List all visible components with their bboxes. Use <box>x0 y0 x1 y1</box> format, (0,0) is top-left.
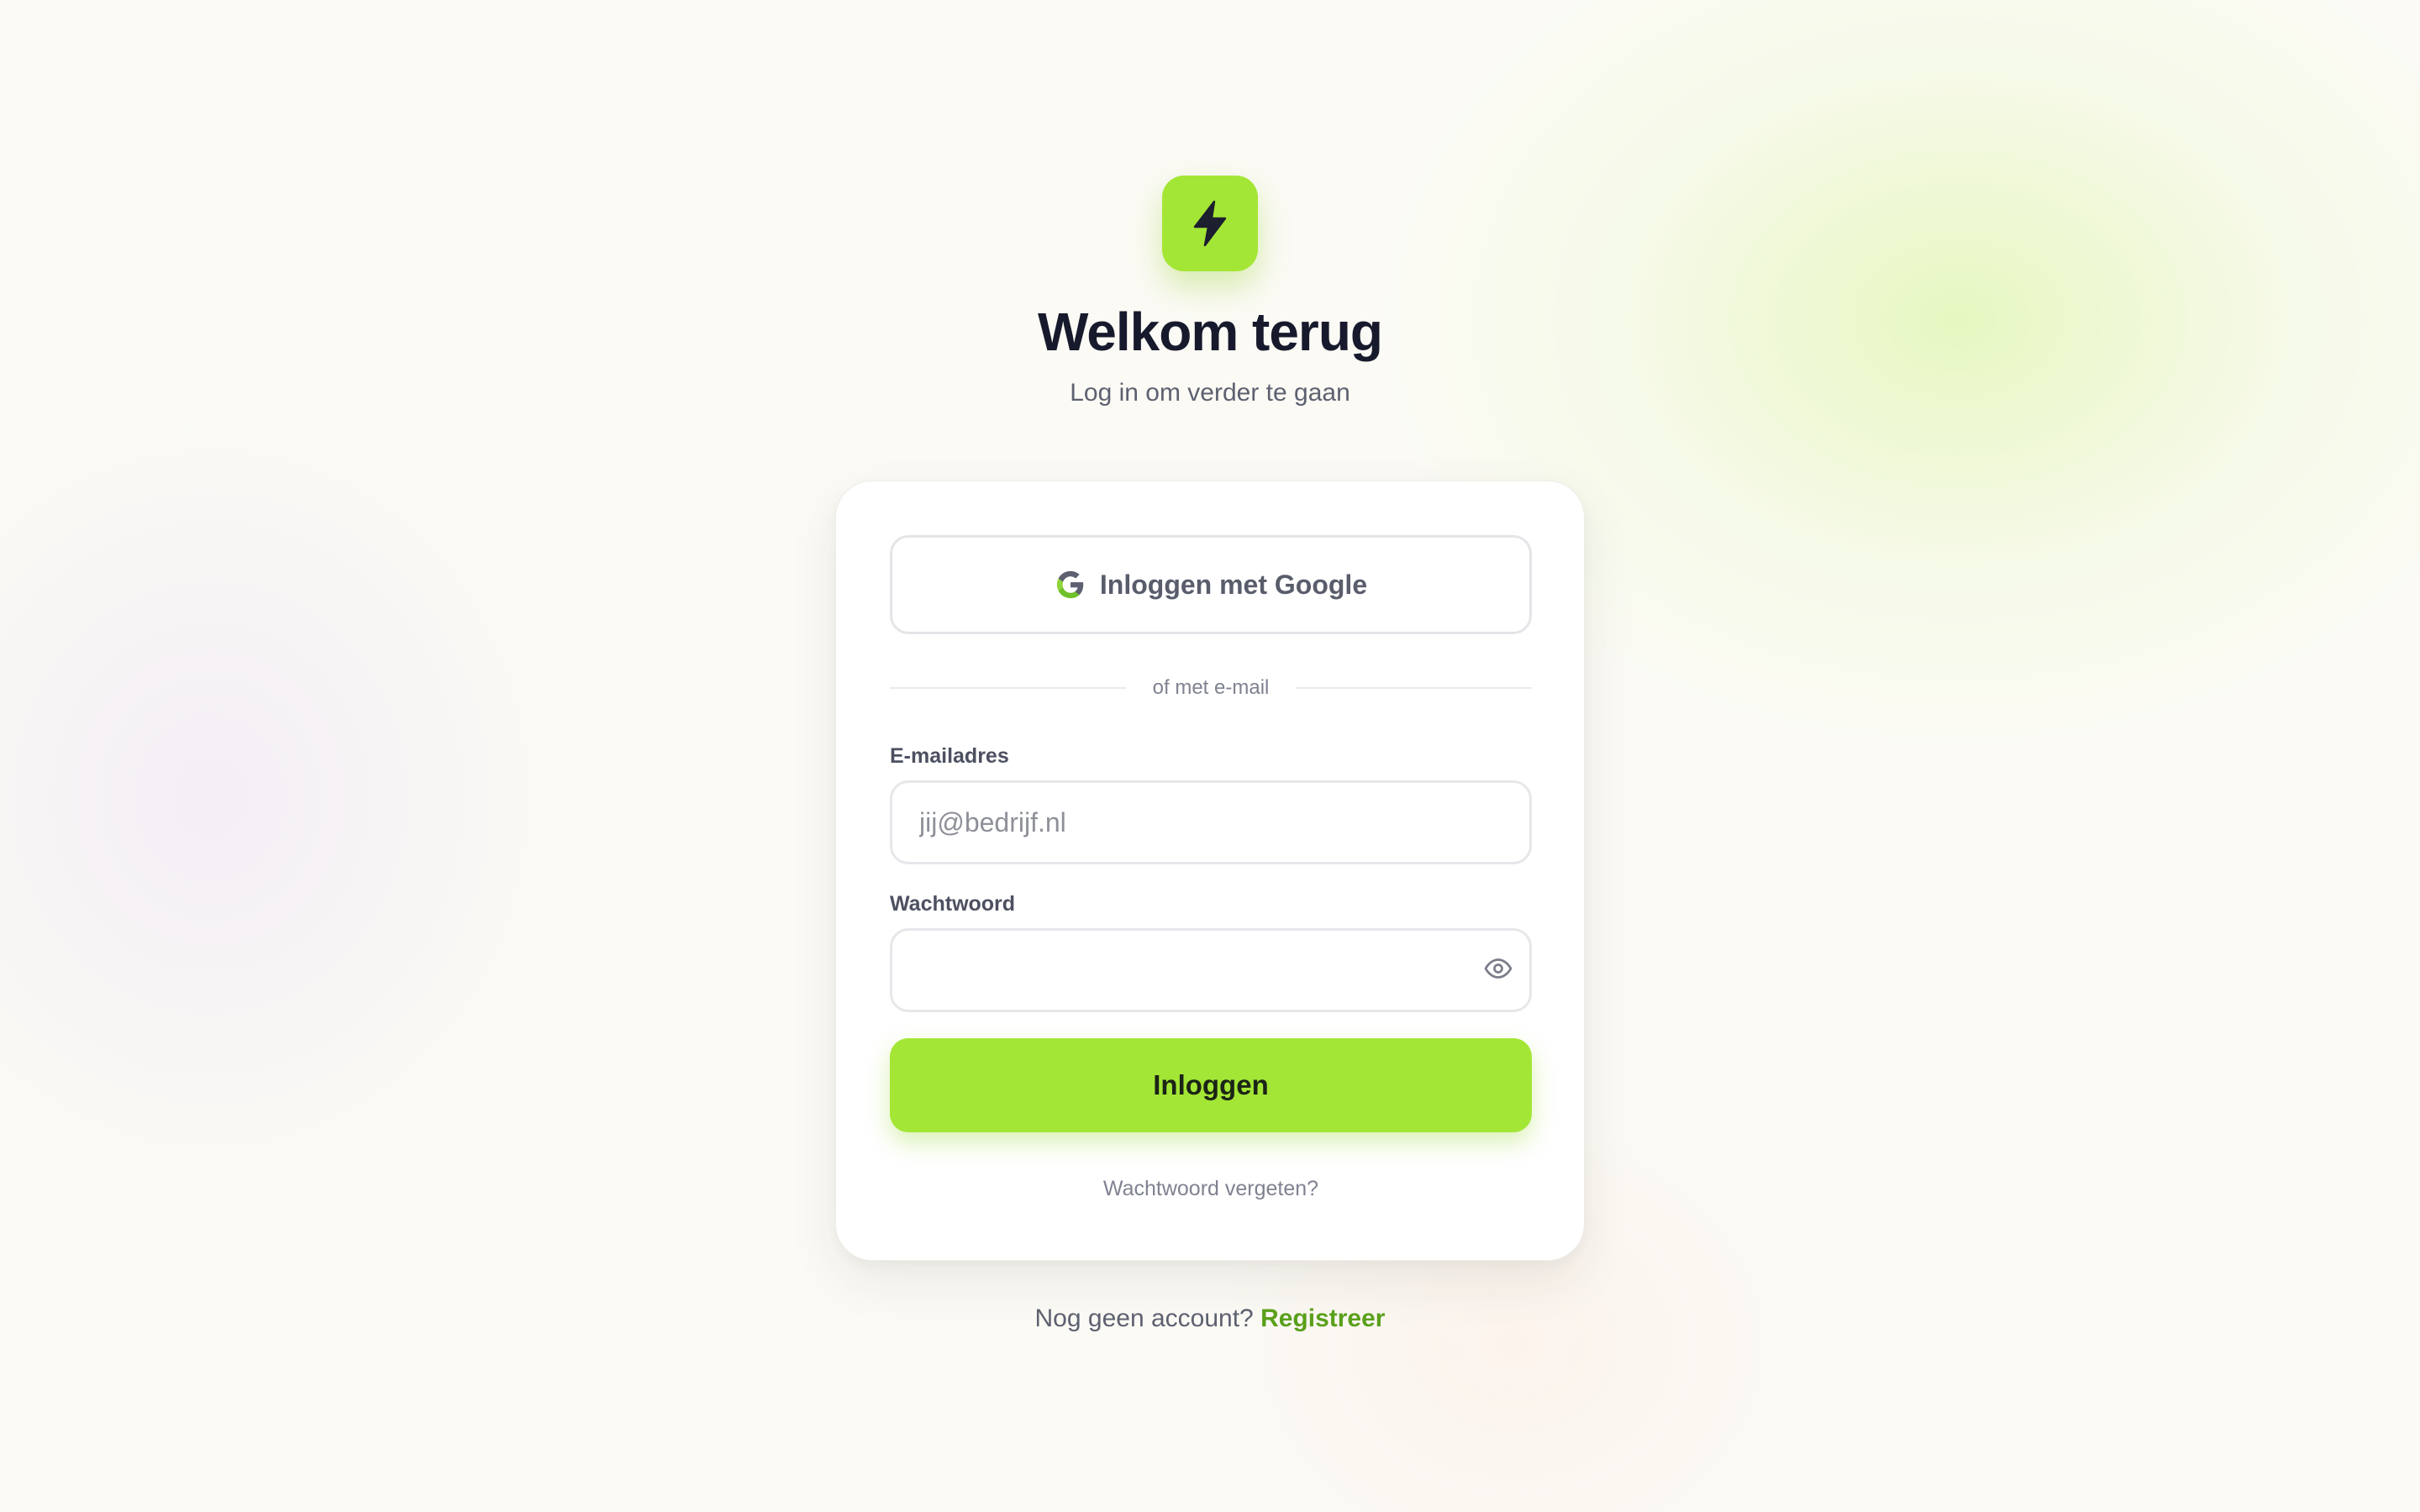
password-label: Wachtwoord <box>890 892 1016 916</box>
page-subtitle: Log in om verder te gaan <box>1070 379 1350 407</box>
divider: of met e-mail <box>890 671 1533 705</box>
forgot-password-link[interactable]: Wachtwoord vergeten? <box>836 1177 1586 1201</box>
google-login-label: Inloggen met Google <box>1099 569 1368 600</box>
email-label: E-mailadres <box>890 744 1009 768</box>
divider-line-right <box>1296 687 1533 689</box>
login-page: Welkom terug Log in om verder te gaan In… <box>0 0 2420 1512</box>
register-link[interactable]: Registreer <box>1260 1305 1385 1332</box>
google-login-button[interactable]: Inloggen met Google <box>890 535 1532 634</box>
google-icon <box>1055 569 1086 601</box>
divider-text: of met e-mail <box>1152 676 1270 699</box>
page-title: Welkom terug <box>1038 302 1383 362</box>
password-field[interactable] <box>890 928 1532 1012</box>
app-logo <box>1162 176 1258 271</box>
show-password-eye-icon[interactable] <box>1481 952 1515 985</box>
divider-line-left <box>890 687 1126 689</box>
login-card: Inloggen met Google of met e-mail E-mail… <box>835 480 1585 1261</box>
login-button[interactable]: Inloggen <box>890 1038 1532 1132</box>
lightning-bolt-icon <box>1193 200 1227 247</box>
email-field[interactable] <box>890 780 1532 864</box>
register-prompt: Nog geen account? Registreer <box>0 1305 2420 1333</box>
register-prompt-text: Nog geen account? <box>1034 1305 1254 1332</box>
